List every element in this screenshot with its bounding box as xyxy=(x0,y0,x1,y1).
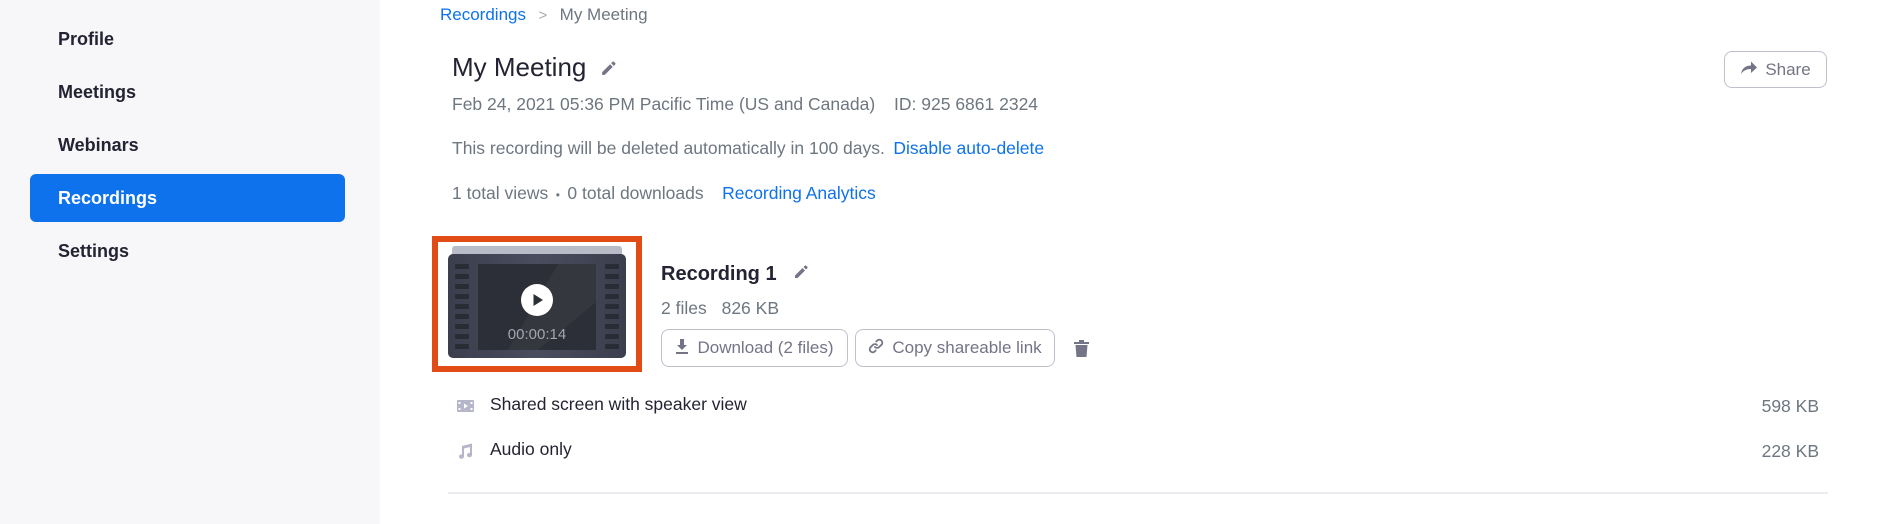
share-arrow-icon xyxy=(1740,59,1758,80)
meeting-id: ID: 925 6861 2324 xyxy=(894,94,1039,114)
meeting-title-row: My Meeting xyxy=(452,52,617,83)
recording-summary: 2 files 826 KB xyxy=(661,298,779,319)
sidebar-item-profile[interactable]: Profile xyxy=(30,15,345,63)
download-button[interactable]: Download (2 files) xyxy=(661,329,848,367)
file-row[interactable]: Shared screen with speaker view 598 KB xyxy=(448,392,1828,422)
auto-delete-row: This recording will be deleted automatic… xyxy=(452,138,1044,159)
trash-icon[interactable] xyxy=(1074,340,1089,362)
file-name[interactable]: Shared screen with speaker view xyxy=(490,394,747,415)
breadcrumb-recordings-link[interactable]: Recordings xyxy=(440,5,526,24)
stats-separator: • xyxy=(555,188,560,202)
link-icon xyxy=(868,338,884,359)
sidebar-item-settings[interactable]: Settings xyxy=(30,227,345,275)
copy-shareable-link-button[interactable]: Copy shareable link xyxy=(855,329,1055,367)
meeting-datetime: Feb 24, 2021 05:36 PM Pacific Time (US a… xyxy=(452,94,876,114)
sidebar-item-recordings[interactable]: Recordings xyxy=(30,174,345,222)
audio-file-icon xyxy=(458,443,473,464)
copy-link-label: Copy shareable link xyxy=(892,338,1042,357)
breadcrumb-separator: > xyxy=(538,7,548,24)
disable-auto-delete-link[interactable]: Disable auto-delete xyxy=(893,138,1044,158)
file-size: 598 KB xyxy=(1761,396,1819,416)
edit-title-pencil-icon[interactable] xyxy=(600,60,617,82)
auto-delete-notice: This recording will be deleted automatic… xyxy=(452,138,885,158)
breadcrumb-current: My Meeting xyxy=(559,5,648,24)
recording-total-size: 826 KB xyxy=(721,298,779,318)
edit-recording-pencil-icon[interactable] xyxy=(793,264,809,285)
recording-file-count: 2 files xyxy=(661,298,707,318)
recording-duration: 00:00:14 xyxy=(507,326,567,343)
sidebar-item-meetings[interactable]: Meetings xyxy=(30,68,345,116)
section-divider xyxy=(448,492,1828,494)
recording-thumbnail[interactable]: 00:00:14 xyxy=(432,236,642,372)
download-label: Download (2 files) xyxy=(697,338,834,357)
breadcrumb: Recordings > My Meeting xyxy=(440,5,648,25)
recording-analytics-link[interactable]: Recording Analytics xyxy=(722,183,876,203)
share-label: Share xyxy=(1765,59,1811,79)
play-icon[interactable] xyxy=(521,284,553,321)
file-row[interactable]: Audio only 228 KB xyxy=(448,437,1828,467)
sidebar: Profile Meetings Webinars Recordings Set… xyxy=(0,0,380,524)
page-title: My Meeting xyxy=(452,52,587,82)
total-downloads: 0 total downloads xyxy=(567,183,704,203)
share-button[interactable]: Share xyxy=(1724,51,1827,88)
file-size: 228 KB xyxy=(1761,441,1819,461)
total-views: 1 total views xyxy=(452,183,549,203)
stats-row: 1 total views • 0 total downloads Record… xyxy=(452,183,876,204)
sidebar-item-webinars[interactable]: Webinars xyxy=(30,121,345,169)
meeting-datetime-row: Feb 24, 2021 05:36 PM Pacific Time (US a… xyxy=(452,94,1038,115)
video-file-icon xyxy=(457,399,474,417)
recording-title-row: Recording 1 xyxy=(661,263,809,286)
file-name[interactable]: Audio only xyxy=(490,439,572,460)
download-icon xyxy=(675,338,689,359)
recording-title: Recording 1 xyxy=(661,263,777,285)
